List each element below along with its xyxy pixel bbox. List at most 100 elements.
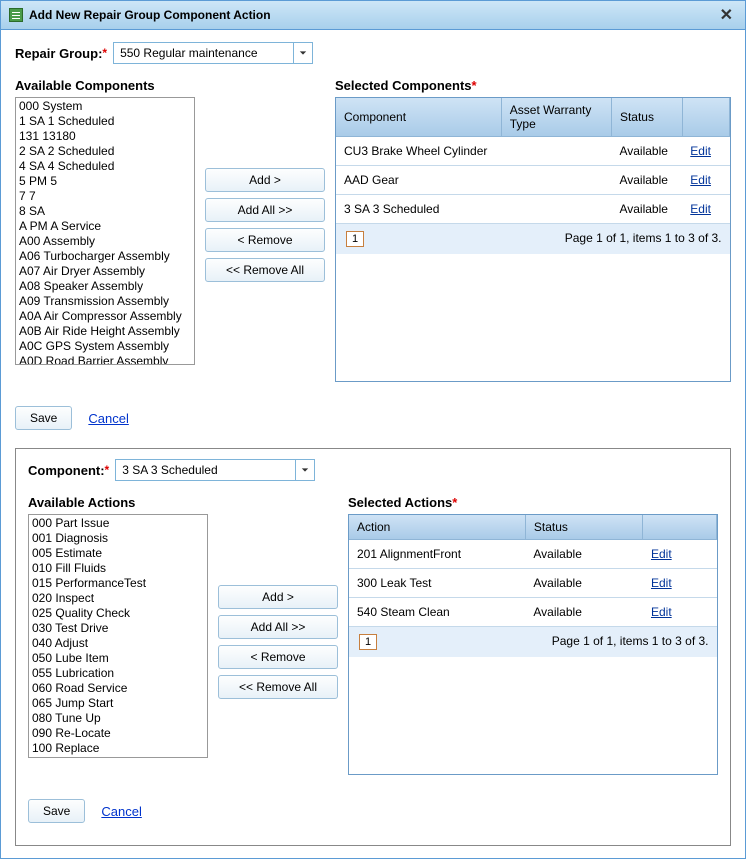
selected-actions-label: Selected Actions*	[348, 495, 718, 510]
save-button[interactable]: Save	[28, 799, 85, 823]
col-status[interactable]: Status	[611, 98, 682, 137]
list-item[interactable]: A08 Speaker Assembly	[17, 279, 193, 294]
list-item[interactable]: 000 System	[17, 99, 193, 114]
add-button[interactable]: Add >	[218, 585, 338, 609]
close-icon[interactable]: ✕	[716, 5, 737, 25]
list-item[interactable]: 131 13180	[17, 129, 193, 144]
edit-link[interactable]: Edit	[651, 547, 672, 561]
list-item[interactable]: 005 Estimate	[30, 546, 206, 561]
list-item[interactable]: 080 Tune Up	[30, 711, 206, 726]
list-item[interactable]: A00 Assembly	[17, 234, 193, 249]
cell-awt	[501, 166, 611, 195]
selected-components-label: Selected Components*	[335, 78, 731, 93]
list-item[interactable]: 4 SA 4 Scheduled	[17, 159, 193, 174]
list-item[interactable]: 090 Re-Locate	[30, 726, 206, 741]
chevron-down-icon[interactable]	[293, 42, 313, 64]
remove-all-button[interactable]: << Remove All	[205, 258, 325, 282]
cell-status: Available	[525, 540, 643, 569]
titlebar: Add New Repair Group Component Action ✕	[1, 1, 745, 30]
list-item[interactable]: 2 SA 2 Scheduled	[17, 144, 193, 159]
remove-button[interactable]: < Remove	[218, 645, 338, 669]
cell-status: Available	[611, 166, 682, 195]
pager-summary: Page 1 of 1, items 1 to 3 of 3.	[552, 634, 709, 648]
actions-button-col: Add > Add All >> < Remove << Remove All	[218, 495, 338, 775]
list-item[interactable]: 050 Lube Item	[30, 651, 206, 666]
dialog-content: Repair Group: * Available Components 000 …	[1, 30, 745, 858]
component-dropdown[interactable]	[115, 459, 315, 481]
edit-link[interactable]: Edit	[651, 605, 672, 619]
edit-link[interactable]: Edit	[690, 173, 711, 187]
list-item[interactable]: 055 Lubrication	[30, 666, 206, 681]
window-title: Add New Repair Group Component Action	[29, 8, 716, 22]
list-item[interactable]: A07 Air Dryer Assembly	[17, 264, 193, 279]
dialog-window: Add New Repair Group Component Action ✕ …	[0, 0, 746, 859]
list-item[interactable]: 025 Quality Check	[30, 606, 206, 621]
list-item[interactable]: 040 Adjust	[30, 636, 206, 651]
component-row: Component:*	[28, 459, 718, 481]
cancel-link[interactable]: Cancel	[88, 411, 128, 426]
add-button[interactable]: Add >	[205, 168, 325, 192]
form-icon	[9, 8, 23, 22]
edit-link[interactable]: Edit	[651, 576, 672, 590]
list-item[interactable]: A0D Road Barrier Assembly	[17, 354, 193, 365]
list-item[interactable]: 105 Replace All	[30, 756, 206, 758]
col-component[interactable]: Component	[336, 98, 501, 137]
table-row: AAD Gear Available Edit	[336, 166, 730, 195]
add-all-button[interactable]: Add All >>	[218, 615, 338, 639]
list-item[interactable]: 015 PerformanceTest	[30, 576, 206, 591]
remove-button[interactable]: < Remove	[205, 228, 325, 252]
selected-actions-wrap: Selected Actions* Action Status 201 Alig…	[348, 495, 718, 775]
cell-status: Available	[611, 195, 682, 224]
list-item[interactable]: A PM A Service	[17, 219, 193, 234]
list-item[interactable]: A0C GPS System Assembly	[17, 339, 193, 354]
col-edit	[682, 98, 729, 137]
col-status[interactable]: Status	[525, 515, 643, 540]
list-item[interactable]: A06 Turbocharger Assembly	[17, 249, 193, 264]
repair-group-input[interactable]	[113, 42, 293, 64]
pager-page-number[interactable]: 1	[359, 634, 377, 650]
cell-action: 300 Leak Test	[349, 569, 525, 598]
col-action[interactable]: Action	[349, 515, 525, 540]
cell-status: Available	[611, 137, 682, 166]
list-item[interactable]: 020 Inspect	[30, 591, 206, 606]
required-marker: *	[472, 78, 477, 93]
list-item[interactable]: 7 7	[17, 189, 193, 204]
cell-awt	[501, 195, 611, 224]
edit-link[interactable]: Edit	[690, 144, 711, 158]
edit-link[interactable]: Edit	[690, 202, 711, 216]
save-button[interactable]: Save	[15, 406, 72, 430]
list-item[interactable]: 8 SA	[17, 204, 193, 219]
list-item[interactable]: 030 Test Drive	[30, 621, 206, 636]
list-item[interactable]: A0B Air Ride Height Assembly	[17, 324, 193, 339]
component-input[interactable]	[115, 459, 295, 481]
list-item[interactable]: 000 Part Issue	[30, 516, 206, 531]
list-item[interactable]: 1 SA 1 Scheduled	[17, 114, 193, 129]
list-item[interactable]: A0A Air Compressor Assembly	[17, 309, 193, 324]
list-item[interactable]: 065 Jump Start	[30, 696, 206, 711]
add-all-button[interactable]: Add All >>	[205, 198, 325, 222]
available-actions-list[interactable]: 000 Part Issue001 Diagnosis005 Estimate0…	[28, 514, 208, 758]
repair-group-label: Repair Group:	[15, 46, 102, 61]
chevron-down-icon[interactable]	[295, 459, 315, 481]
required-marker: *	[452, 495, 457, 510]
list-item[interactable]: 060 Road Service	[30, 681, 206, 696]
list-item[interactable]: A09 Transmission Assembly	[17, 294, 193, 309]
cell-action: 540 Steam Clean	[349, 598, 525, 627]
list-item[interactable]: 001 Diagnosis	[30, 531, 206, 546]
components-shuttle: Available Components 000 System1 SA 1 Sc…	[15, 78, 731, 382]
selected-components-grid: Component Asset Warranty Type Status CU3…	[335, 97, 731, 382]
list-item[interactable]: 010 Fill Fluids	[30, 561, 206, 576]
pager-summary: Page 1 of 1, items 1 to 3 of 3.	[565, 231, 722, 245]
table-row: CU3 Brake Wheel CylinderAvailableEdit	[336, 137, 730, 166]
available-components-list[interactable]: 000 System1 SA 1 Scheduled131 131802 SA …	[15, 97, 195, 365]
cell-status: Available	[525, 598, 643, 627]
repair-group-dropdown[interactable]	[113, 42, 313, 64]
col-asset-warranty-type[interactable]: Asset Warranty Type	[501, 98, 611, 137]
list-item[interactable]: 100 Replace	[30, 741, 206, 756]
remove-all-button[interactable]: << Remove All	[218, 675, 338, 699]
cell-component: AAD Gear	[336, 166, 501, 195]
pager-page-number[interactable]: 1	[346, 231, 364, 247]
list-item[interactable]: 5 PM 5	[17, 174, 193, 189]
available-components-label: Available Components	[15, 78, 195, 93]
cancel-link[interactable]: Cancel	[101, 804, 141, 819]
